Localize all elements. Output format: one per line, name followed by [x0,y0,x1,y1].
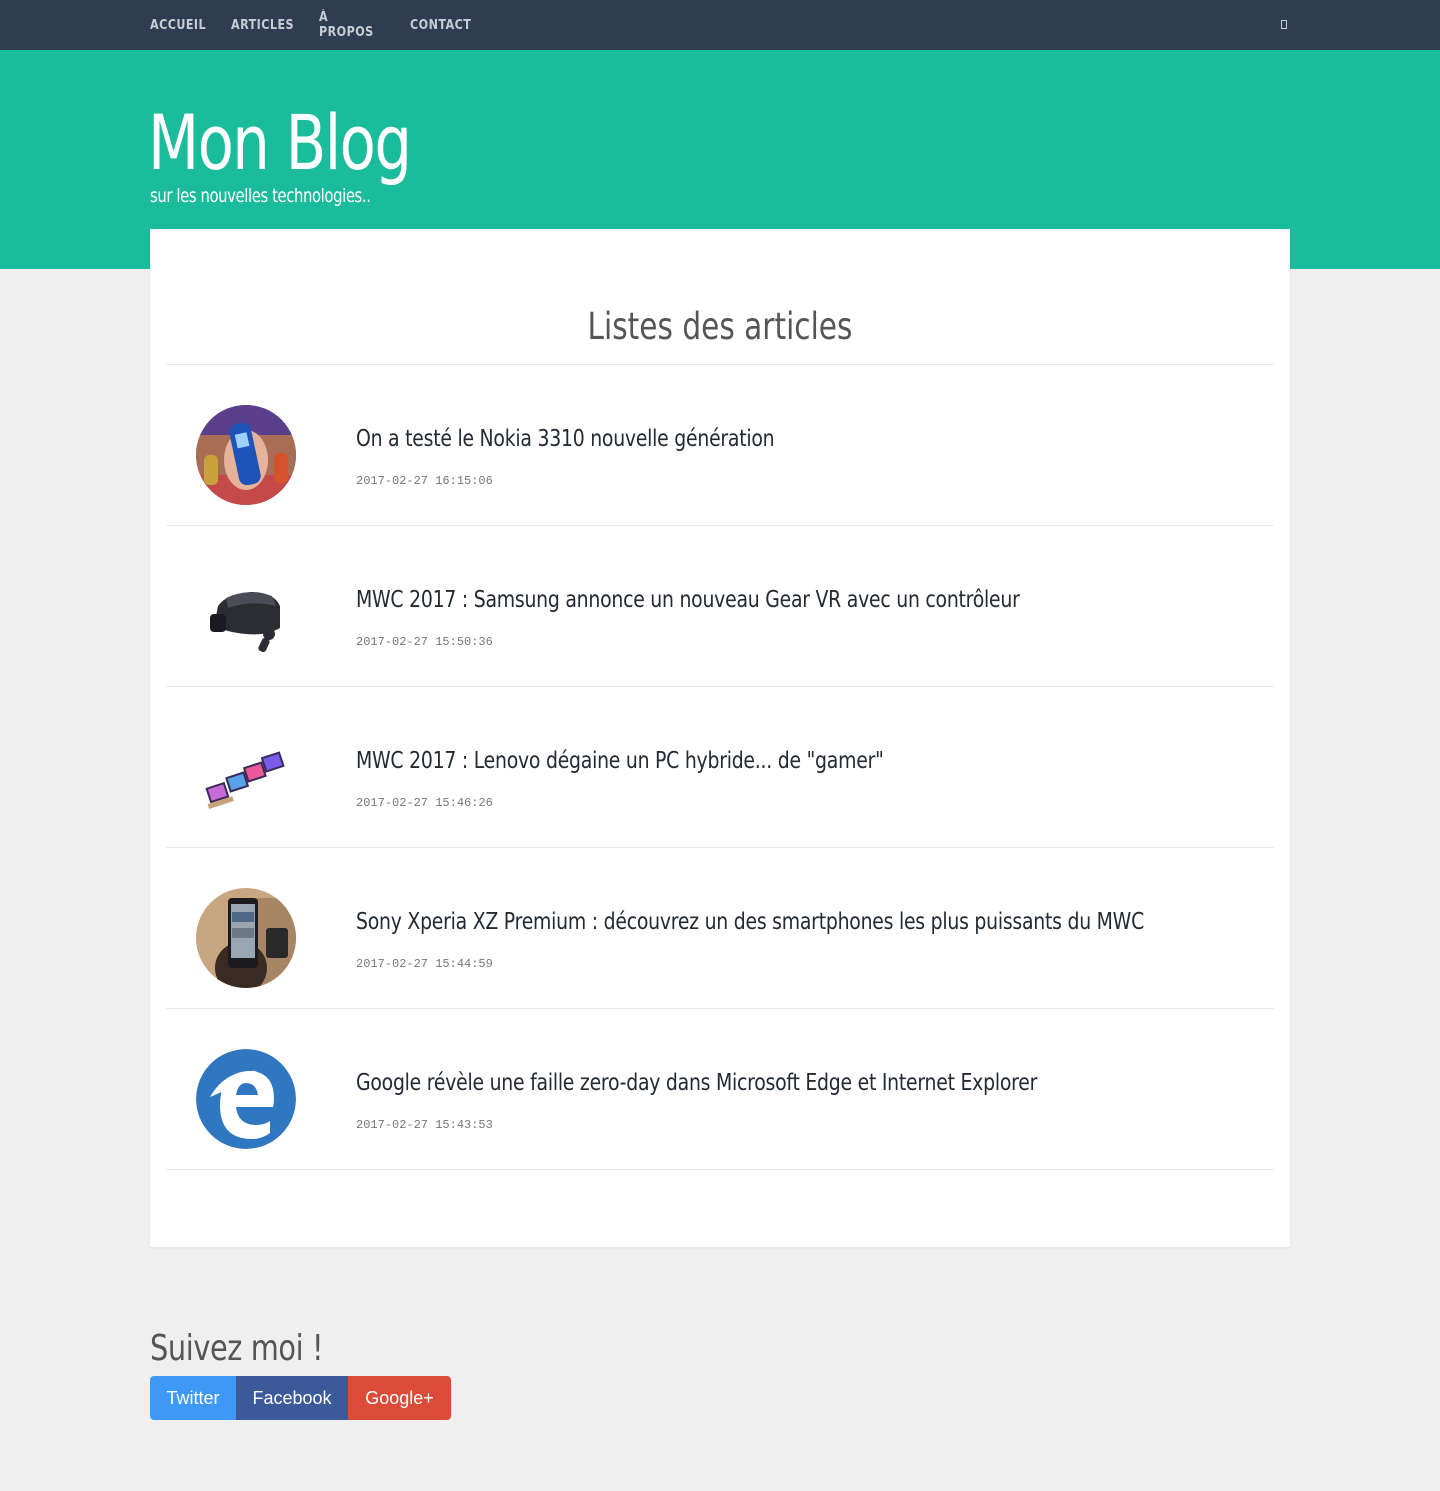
article-date: 2017-02-27 15:43:53 [356,1118,493,1132]
nav-link-contact[interactable]: CONTACT [410,18,471,33]
menu-toggle-icon[interactable] [1277,19,1290,33]
social-buttons: Twitter Facebook Google+ [150,1376,451,1420]
nav-link-accueil[interactable]: ACCUEIL [150,18,206,33]
article-item[interactable]: Sony Xperia XZ Premium : découvrez un de… [166,848,1274,1008]
article-item[interactable]: On a testé le Nokia 3310 nouvelle généra… [166,365,1274,525]
divider [166,1169,1274,1170]
site-subtitle: sur les nouvelles technologies.. [150,185,371,207]
article-item[interactable]: MWC 2017 : Samsung annonce un nouveau Ge… [166,526,1274,686]
article-date: 2017-02-27 15:50:36 [356,635,493,649]
gear-vr-thumbnail[interactable] [196,566,296,666]
facebook-button[interactable]: Facebook [236,1376,348,1420]
article-date: 2017-02-27 16:15:06 [356,474,493,488]
article-date: 2017-02-27 15:46:26 [356,796,493,810]
article-title[interactable]: Google révèle une faille zero-day dans M… [356,1067,1037,1099]
xperia-phone-thumbnail[interactable] [196,888,296,988]
nav-link-articles[interactable]: ARTICLES [231,18,294,33]
article-title[interactable]: On a testé le Nokia 3310 nouvelle généra… [356,423,775,455]
article-date: 2017-02-27 15:44:59 [356,957,493,971]
site-title: Mon Blog [148,98,412,187]
article-item[interactable]: MWC 2017 : Lenovo dégaine un PC hybride.… [166,687,1274,847]
lenovo-laptops-thumbnail[interactable] [196,727,296,827]
twitter-button[interactable]: Twitter [150,1376,236,1420]
follow-heading: Suivez moi ! [150,1328,324,1369]
nav-link-a-propos[interactable]: À PROPOS [319,10,373,40]
edge-logo-thumbnail[interactable] [196,1049,296,1149]
top-navbar: ACCUEIL ARTICLES À PROPOS CONTACT [0,0,1440,50]
nokia-3310-thumbnail[interactable] [196,405,296,505]
articles-heading: Listes des articles [587,305,853,348]
article-title[interactable]: MWC 2017 : Samsung annonce un nouveau Ge… [356,584,1020,616]
article-title[interactable]: Sony Xperia XZ Premium : découvrez un de… [356,906,1144,938]
nav-links: ACCUEIL ARTICLES À PROPOS CONTACT [150,0,496,50]
google-plus-button[interactable]: Google+ [348,1376,451,1420]
article-title[interactable]: MWC 2017 : Lenovo dégaine un PC hybride.… [356,745,884,777]
article-item[interactable]: Google révèle une faille zero-day dans M… [166,1009,1274,1169]
